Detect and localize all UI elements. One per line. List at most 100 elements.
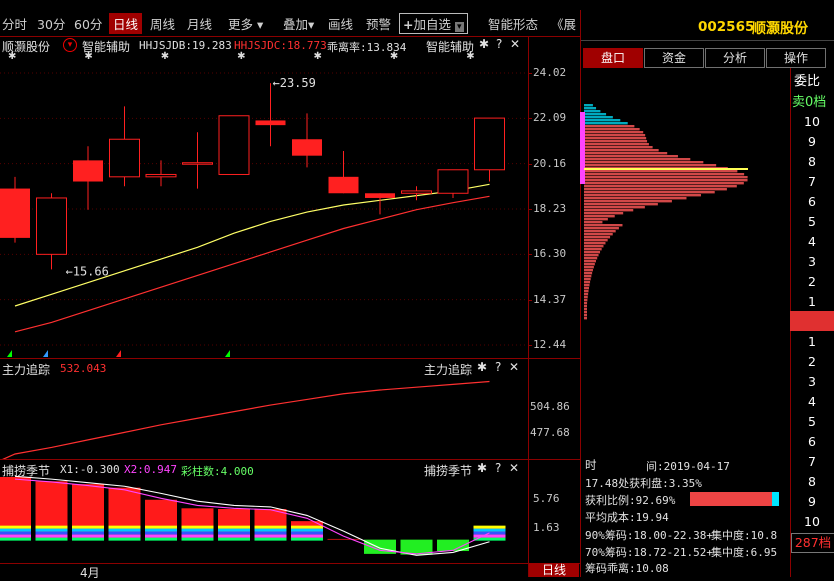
y-axis-tick-mark bbox=[528, 209, 532, 210]
candle-body-down bbox=[255, 120, 286, 126]
chevron-down-icon[interactable]: ▾ bbox=[63, 38, 77, 52]
toolbar-60min[interactable]: 60分 bbox=[74, 14, 102, 33]
main-force-chart bbox=[2, 380, 490, 459]
chip-bar bbox=[584, 131, 644, 134]
season-bar-up bbox=[327, 538, 360, 540]
toolbar-weekly[interactable]: 周线 bbox=[150, 14, 175, 33]
toolbar-30min[interactable]: 30分 bbox=[37, 14, 65, 33]
chip-bar bbox=[584, 107, 597, 110]
color-band bbox=[72, 534, 104, 538]
chip70: 70%筹码:18.72-21.52+ bbox=[585, 546, 713, 559]
chip-bar bbox=[584, 218, 608, 221]
candle-body-up bbox=[109, 138, 140, 178]
current-price-bar bbox=[790, 311, 834, 331]
sell-level-label: 5 bbox=[808, 214, 816, 229]
sub1-y-tick: 477.68 bbox=[530, 425, 570, 439]
candle-body-down bbox=[328, 176, 359, 194]
axis-separator bbox=[528, 36, 529, 577]
close-icon[interactable]: ✕ bbox=[510, 37, 520, 51]
chip-bar bbox=[584, 176, 748, 179]
candlestick-chart: ←23.59 ←15.66 bbox=[0, 72, 528, 357]
chip-bar bbox=[584, 194, 701, 197]
candle-body-up bbox=[36, 197, 67, 255]
color-band bbox=[254, 531, 287, 535]
toolbar-alert[interactable]: 预警 bbox=[366, 14, 391, 33]
stock-title: 顺灏股份 bbox=[752, 21, 808, 37]
chip-bar bbox=[584, 125, 635, 128]
color-band bbox=[291, 525, 323, 529]
color-band bbox=[0, 525, 31, 529]
color-band bbox=[145, 537, 177, 541]
color-band bbox=[108, 528, 141, 532]
chip-bar bbox=[584, 182, 744, 185]
sell-level-label: 4 bbox=[808, 234, 816, 249]
tab-order-book[interactable]: 盘口 bbox=[583, 48, 643, 68]
commission-ratio-label: 委比 bbox=[794, 74, 821, 89]
chip-bar bbox=[584, 245, 604, 248]
toolbar-monthly[interactable]: 月线 bbox=[187, 14, 212, 33]
candle-body-down bbox=[365, 193, 395, 198]
sub1-y-tick: 504.86 bbox=[530, 400, 570, 414]
toolbar-overlay[interactable]: 叠加▾ bbox=[283, 14, 314, 33]
fishing-season-chart bbox=[0, 475, 506, 556]
chip-bar bbox=[584, 185, 737, 188]
color-band bbox=[218, 534, 250, 538]
period-indicator[interactable]: 日线 bbox=[529, 563, 579, 577]
toolbar-smart-pattern[interactable]: 智能形态 bbox=[488, 14, 538, 33]
profit-ratio: 获利比例:92.69% bbox=[585, 494, 676, 507]
chip-bar bbox=[584, 314, 587, 317]
toolbar-daily[interactable]: 日线 bbox=[109, 13, 143, 34]
candle-body-down bbox=[73, 160, 103, 182]
profit-ratio-remainder bbox=[772, 492, 779, 506]
candle-body-down bbox=[292, 139, 322, 156]
tab-operation[interactable]: 操作 bbox=[766, 48, 826, 68]
average-cost: 平均成本:19.94 bbox=[585, 511, 669, 524]
chip-bar bbox=[584, 287, 589, 290]
chip-bar bbox=[584, 233, 613, 236]
chip-bar bbox=[584, 143, 649, 146]
candle-body-up bbox=[145, 173, 177, 178]
profit-line: 17.48处获利盘:3.35% bbox=[585, 477, 702, 490]
toolbar-draw[interactable]: 画线 bbox=[328, 14, 353, 33]
chip90: 90%筹码:18.00-22.38+ bbox=[585, 529, 713, 542]
color-band bbox=[108, 531, 141, 535]
help-icon[interactable]: ? bbox=[496, 37, 502, 51]
add-watchlist-button[interactable]: +加自选 ▾ bbox=[399, 13, 468, 34]
color-band bbox=[35, 531, 68, 535]
concentration90: 集中度:10.8 bbox=[711, 529, 778, 542]
chip-bar bbox=[584, 305, 587, 308]
add-watchlist-label: 加自选 bbox=[413, 17, 451, 32]
chip-bar bbox=[584, 290, 589, 293]
low-price-marker: ←15.66 bbox=[66, 264, 109, 278]
tab-capital[interactable]: 资金 bbox=[644, 48, 704, 68]
y-axis-tick-mark bbox=[528, 299, 532, 301]
chip-bar bbox=[584, 257, 598, 260]
candle-body-up bbox=[474, 117, 505, 171]
buy-level-label: 7 bbox=[808, 454, 816, 469]
color-band bbox=[72, 525, 104, 529]
toolbar-more[interactable]: 更多 ▾ bbox=[228, 14, 263, 33]
y-axis-tick-mark bbox=[528, 254, 532, 256]
chip-bar bbox=[584, 263, 595, 266]
chip-bar bbox=[584, 212, 624, 215]
toolbar-intraday[interactable]: 分时 bbox=[2, 14, 27, 33]
color-band bbox=[145, 525, 177, 529]
color-band bbox=[291, 534, 323, 538]
plus-icon: + bbox=[403, 17, 414, 32]
current-range-marker bbox=[580, 112, 585, 184]
chip-bar bbox=[584, 224, 623, 227]
candle-body-up bbox=[401, 190, 432, 194]
y-axis-tick: 14.37 bbox=[533, 292, 567, 306]
color-band bbox=[291, 528, 323, 532]
chevron-down-icon: ▾ bbox=[454, 22, 464, 32]
candle-body-up bbox=[218, 115, 250, 175]
chip-bar bbox=[584, 191, 715, 194]
gear-icon[interactable]: ✱ bbox=[479, 37, 489, 51]
toolbar-expand[interactable]: 《展 bbox=[551, 14, 576, 33]
chip-bar bbox=[584, 260, 596, 263]
y-axis-tick-mark bbox=[528, 73, 532, 74]
chip-bar bbox=[584, 227, 619, 230]
chip-bar bbox=[584, 188, 727, 191]
tab-analysis[interactable]: 分析 bbox=[705, 48, 765, 68]
candle-body-up bbox=[182, 162, 213, 165]
